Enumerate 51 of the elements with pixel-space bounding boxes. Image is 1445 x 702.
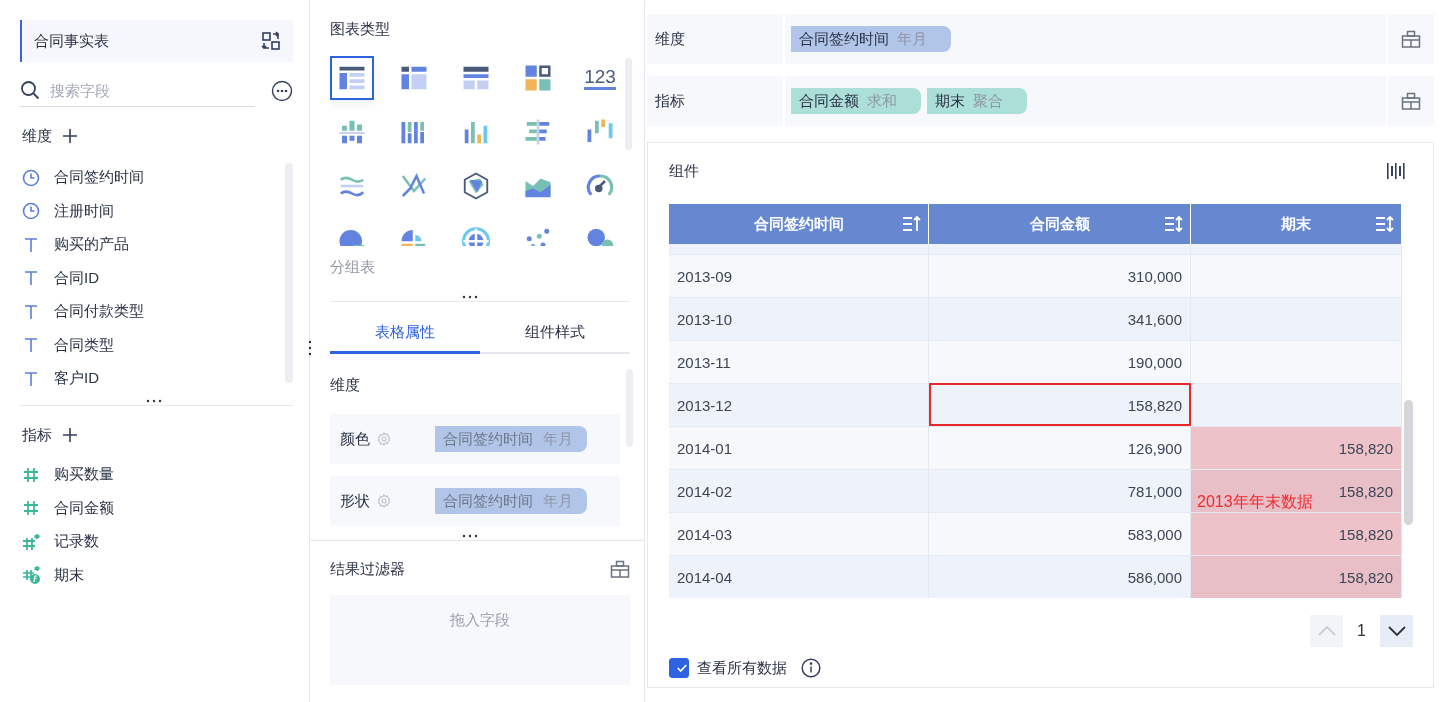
tab[interactable]: 表格属性	[330, 314, 480, 354]
field-item[interactable]: 合同付款类型	[20, 295, 285, 329]
property-label: 颜色	[340, 429, 371, 449]
shelf-label: 指标	[647, 76, 785, 126]
field-item[interactable]: 期末	[20, 558, 293, 592]
section-title: 指标	[22, 425, 52, 445]
table-cell: 158,820	[929, 383, 1191, 426]
annotation: 2013年年末数据	[1197, 492, 1313, 512]
table-cell: 781,000	[929, 469, 1191, 512]
field-item[interactable]: 合同类型	[20, 328, 285, 362]
checkbox-label[interactable]: 查看所有数据	[697, 658, 787, 678]
table-cell: 2013-10	[669, 297, 929, 340]
field-item[interactable]: 购买数量	[20, 458, 293, 492]
table-cell: 158,820	[1191, 512, 1402, 555]
table-cell: 586,000	[929, 555, 1191, 598]
table-cell: 2013-09	[669, 254, 929, 297]
table-cell: 2013-12	[669, 383, 929, 426]
field-item[interactable]: 购买的产品	[20, 228, 285, 262]
chart-type-name: 分组表	[330, 258, 376, 277]
table-cell: 583,000	[929, 512, 1191, 555]
field-pill[interactable]: 合同签约时间 年月	[791, 26, 951, 52]
table-cell: 158,820	[1191, 555, 1402, 598]
table-cell: 2013-11	[669, 340, 929, 383]
field-item[interactable]: 合同签约时间	[20, 161, 285, 195]
table-cell: 158,820	[1191, 426, 1402, 469]
search-field[interactable]: 搜索字段	[48, 80, 255, 100]
table-cell: 341,600	[929, 297, 1191, 340]
field-pill[interactable]: 合同金额 求和	[791, 88, 921, 114]
table-selector[interactable]: 合同事实表	[20, 20, 293, 62]
table-cell: 190,000	[929, 340, 1191, 383]
table-cell: 2014-01	[669, 426, 929, 469]
field-item[interactable]: 合同金额	[20, 491, 293, 525]
field-item[interactable]: 合同ID	[20, 261, 285, 295]
field-pill[interactable]: 期末 聚合	[927, 88, 1027, 114]
shelf-label: 维度	[647, 14, 785, 64]
section-title: 图表类型	[330, 20, 391, 39]
table-cell: 126,900	[929, 426, 1191, 469]
field-item[interactable]: 注册时间	[20, 194, 285, 228]
property-label: 形状	[340, 491, 371, 511]
table-cell: 2014-02	[669, 469, 929, 512]
field-item[interactable]: 客户ID	[20, 362, 285, 396]
table-cell: 310,000	[929, 254, 1191, 297]
card-title: 组件	[669, 161, 699, 181]
section-title: 结果过滤器	[330, 559, 405, 579]
page-number: 1	[1357, 622, 1366, 640]
table-cell: 2014-04	[669, 555, 929, 598]
table-cell: 2014-03	[669, 512, 929, 555]
section-title: 维度	[22, 126, 52, 146]
section-title: 维度	[330, 376, 361, 395]
field-item[interactable]: 记录数	[20, 525, 293, 559]
tab[interactable]: 组件样式	[480, 314, 630, 354]
